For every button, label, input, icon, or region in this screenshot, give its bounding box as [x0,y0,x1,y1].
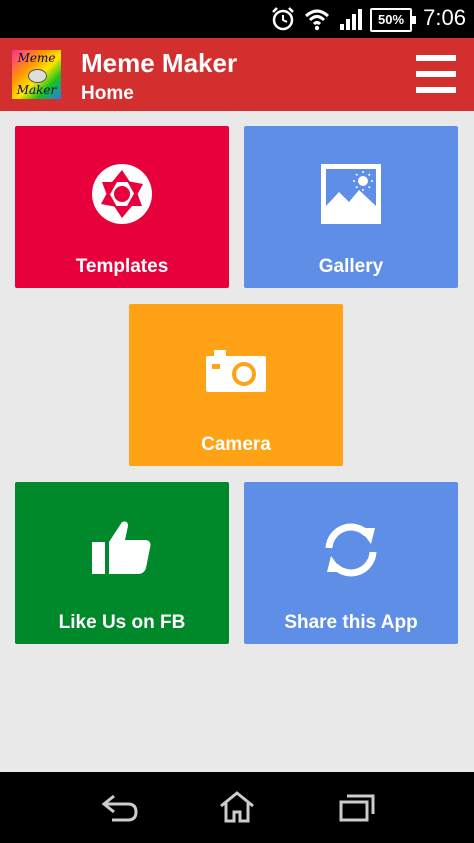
app-title: Meme Maker [81,48,238,78]
page-subtitle: Home [81,83,134,104]
like-us-on-fb-label: Like Us on FB [58,612,186,633]
refresh-share-icon [325,523,377,577]
logo-text-top: Meme [17,51,56,65]
camera-label: Camera [201,434,271,455]
battery-icon: 50% [370,8,416,32]
recent-apps-icon[interactable] [337,790,375,824]
status-time: 7:06 [423,5,466,30]
app-logo: Meme Maker [12,50,61,99]
navigation-bar [0,772,474,843]
back-icon[interactable] [100,790,140,824]
logo-text-bottom: Maker [16,83,57,97]
gallery-tile[interactable]: Gallery [244,126,458,288]
image-icon [321,164,381,224]
logo-face-icon [28,69,47,83]
hamburger-menu-icon[interactable] [416,55,456,95]
thumbs-up-icon [92,521,151,574]
templates-tile[interactable]: Templates [15,126,229,288]
camera-tile[interactable]: Camera [129,304,343,466]
share-this-app-label: Share this App [284,612,418,633]
home-icon[interactable] [218,790,256,824]
status-bar: 50% 7:06 [0,0,474,38]
gallery-label: Gallery [318,256,384,277]
camera-icon [206,350,266,392]
share-this-app-tile[interactable]: Share this App [244,482,458,644]
aperture-icon [92,164,152,224]
signal-icon [340,9,362,30]
wifi-icon [304,9,330,31]
alarm-icon [272,7,294,31]
templates-label: Templates [75,256,169,277]
app-bar: Meme Maker Meme Maker Home [0,38,474,111]
like-us-on-fb-tile[interactable]: Like Us on FB [15,482,229,644]
